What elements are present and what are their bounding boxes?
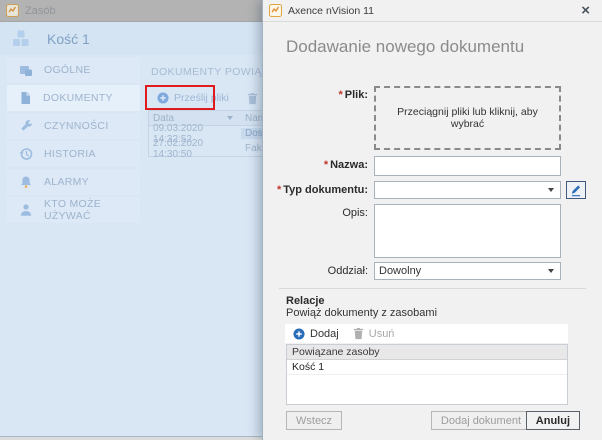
oddzial-value: Dowolny [379, 265, 548, 277]
sidebar-item-label: ALARMY [44, 176, 89, 188]
page-title: Dodawanie nowego dokumentu [286, 37, 602, 57]
required-marker: * [324, 159, 328, 171]
nvision-logo-icon [6, 4, 19, 17]
required-marker: * [338, 89, 342, 101]
sidebar-item-label: DOKUMENTY [43, 92, 113, 104]
sidebar-item-label: KTO MOŻE UŻYWAĆ [44, 198, 140, 222]
remove-relation-button[interactable]: Usuń [353, 327, 395, 340]
bell-icon [19, 175, 33, 189]
relations-subtitle: Powiąż dokumenty z zasobami [286, 307, 568, 319]
required-marker: * [277, 184, 281, 196]
resource-title: Kość 1 [47, 31, 90, 47]
dialog-title: Axence nVision 11 [288, 5, 573, 17]
dialog-footer: Wstecz Dodaj dokument Anuluj [263, 399, 602, 440]
nazwa-input[interactable] [374, 156, 561, 176]
dialog-titlebar: Axence nVision 11 × [263, 0, 602, 22]
related-resources-table: Powiązane zasoby Kość 1 [286, 344, 568, 405]
trash-icon [247, 92, 258, 105]
oddzial-select[interactable]: Dowolny [374, 262, 561, 280]
nazwa-label: *Nazwa: [263, 156, 374, 176]
resource-window-title: Zasób [25, 5, 56, 17]
add-document-button[interactable]: Dodaj dokument [431, 411, 531, 430]
sidebar-item-label: CZYNNOŚCI [44, 120, 109, 132]
screen: Zasób Kość 1 OGÓLNE DOKUMENTY [0, 0, 602, 440]
oddzial-label: Oddział: [263, 262, 374, 280]
opis-textarea[interactable] [374, 204, 561, 258]
chevron-down-icon [548, 269, 554, 273]
relations-title: Relacje [286, 295, 568, 307]
cancel-button[interactable]: Anuluj [526, 411, 580, 430]
close-icon[interactable]: × [579, 3, 592, 18]
opis-row: Opis: [263, 204, 602, 258]
plik-label: *Plik: [263, 86, 374, 150]
file-dropzone[interactable]: Przeciągnij pliki lub kliknij, aby wybra… [374, 86, 561, 150]
add-document-dialog: Axence nVision 11 × Dodawanie nowego dok… [262, 0, 602, 440]
sidebar-item-label: HISTORIA [44, 148, 96, 160]
sidebar-item-alarmy[interactable]: ALARMY [7, 169, 140, 195]
sidebar-item-dokumenty[interactable]: DOKUMENTY [7, 85, 140, 111]
wrench-icon [19, 120, 33, 133]
typ-dokumentu-row: *Typ dokumentu: [263, 181, 602, 199]
plus-circle-icon [293, 328, 305, 340]
list-item[interactable]: Kość 1 [287, 360, 567, 375]
sidebar-item-label: OGÓLNE [44, 64, 91, 76]
oddzial-row: Oddział: Dowolny [263, 262, 602, 280]
nazwa-row: *Nazwa: [263, 156, 602, 176]
nvision-logo-icon [269, 4, 282, 17]
edit-document-type-button[interactable] [566, 181, 586, 199]
resource-sidebar: OGÓLNE DOKUMENTY CZYNNOŚCI HISTORIA [7, 57, 140, 225]
sort-arrow-icon [227, 116, 233, 120]
sidebar-item-czynnosci[interactable]: CZYNNOŚCI [7, 113, 140, 139]
typ-dokumentu-select[interactable] [374, 181, 561, 199]
plik-row: *Plik: Przeciągnij pliki lub kliknij, ab… [263, 86, 602, 150]
relations-section: Relacje Powiąż dokumenty z zasobami Doda… [286, 295, 568, 405]
resource-cubes-icon [11, 30, 31, 47]
chevron-down-icon [548, 188, 554, 192]
person-icon [19, 203, 33, 217]
related-resources-header: Powiązane zasoby [287, 345, 567, 360]
back-button[interactable]: Wstecz [286, 411, 342, 430]
pencil-icon [570, 184, 582, 197]
section-divider [279, 288, 586, 289]
typ-dokumentu-label: *Typ dokumentu: [263, 181, 374, 199]
add-relation-button[interactable]: Dodaj [293, 328, 339, 340]
plus-circle-icon [157, 92, 169, 104]
sidebar-item-kto-moze-uzywac[interactable]: KTO MOŻE UŻYWAĆ [7, 197, 140, 223]
relations-toolbar: Dodaj Usuń [285, 324, 568, 343]
sidebar-item-ogolne[interactable]: OGÓLNE [7, 57, 140, 83]
opis-label: Opis: [263, 204, 374, 258]
upload-files-button[interactable]: Prześlij pliki [151, 87, 235, 109]
general-icon [19, 64, 33, 77]
sidebar-item-historia[interactable]: HISTORIA [7, 141, 140, 167]
history-icon [19, 147, 33, 161]
document-icon [19, 91, 32, 105]
trash-icon [353, 327, 364, 340]
